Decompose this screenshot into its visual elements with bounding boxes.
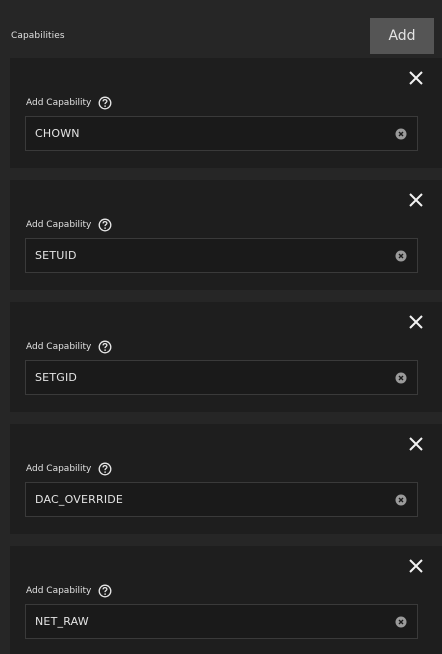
capability-value[interactable]: DAC_OVERRIDE — [35, 483, 123, 516]
section-title: Capabilities — [11, 31, 65, 41]
capability-value[interactable]: CHOWN — [35, 117, 80, 150]
clear-circle-icon[interactable] — [395, 372, 407, 384]
clear-circle-icon[interactable] — [395, 128, 407, 140]
capability-value[interactable]: SETUID — [35, 239, 77, 272]
field-label-row: Add Capability — [26, 583, 112, 599]
clear-circle-icon[interactable] — [395, 616, 407, 628]
capability-value[interactable]: NET_RAW — [35, 605, 89, 638]
field-label: Add Capability — [26, 220, 92, 230]
close-icon[interactable] — [407, 435, 425, 453]
field-label: Add Capability — [26, 464, 92, 474]
capability-card: Add Capability DAC_OVERRIDE — [10, 424, 442, 534]
capability-card: Add Capability CHOWN — [10, 58, 442, 168]
capability-value[interactable]: SETGID — [35, 361, 77, 394]
field-label-row: Add Capability — [26, 339, 112, 355]
field-label: Add Capability — [26, 98, 92, 108]
capability-card: Add Capability SETGID — [10, 302, 442, 412]
capability-input[interactable]: CHOWN — [25, 116, 418, 151]
field-label-row: Add Capability — [26, 217, 112, 233]
clear-circle-icon[interactable] — [395, 250, 407, 262]
field-label-row: Add Capability — [26, 95, 112, 111]
add-capability-button[interactable]: Add — [370, 18, 434, 54]
close-icon[interactable] — [407, 313, 425, 331]
capability-input[interactable]: DAC_OVERRIDE — [25, 482, 418, 517]
capabilities-header: Capabilities Add — [0, 0, 442, 58]
capability-input[interactable]: NET_RAW — [25, 604, 418, 639]
capability-list: Add Capability CHOWN Add Capability SETU… — [10, 58, 442, 654]
capability-card: Add Capability SETUID — [10, 180, 442, 290]
help-circle-icon[interactable] — [98, 462, 112, 476]
capability-input[interactable]: SETUID — [25, 238, 418, 273]
field-label: Add Capability — [26, 342, 92, 352]
help-circle-icon[interactable] — [98, 218, 112, 232]
capabilities-page: Capabilities Add Add Capability CHOWN Ad… — [0, 0, 442, 654]
field-label-row: Add Capability — [26, 461, 112, 477]
clear-circle-icon[interactable] — [395, 494, 407, 506]
close-icon[interactable] — [407, 69, 425, 87]
help-circle-icon[interactable] — [98, 340, 112, 354]
close-icon[interactable] — [407, 557, 425, 575]
capability-input[interactable]: SETGID — [25, 360, 418, 395]
close-icon[interactable] — [407, 191, 425, 209]
help-circle-icon[interactable] — [98, 96, 112, 110]
help-circle-icon[interactable] — [98, 584, 112, 598]
field-label: Add Capability — [26, 586, 92, 596]
capability-card: Add Capability NET_RAW — [10, 546, 442, 654]
